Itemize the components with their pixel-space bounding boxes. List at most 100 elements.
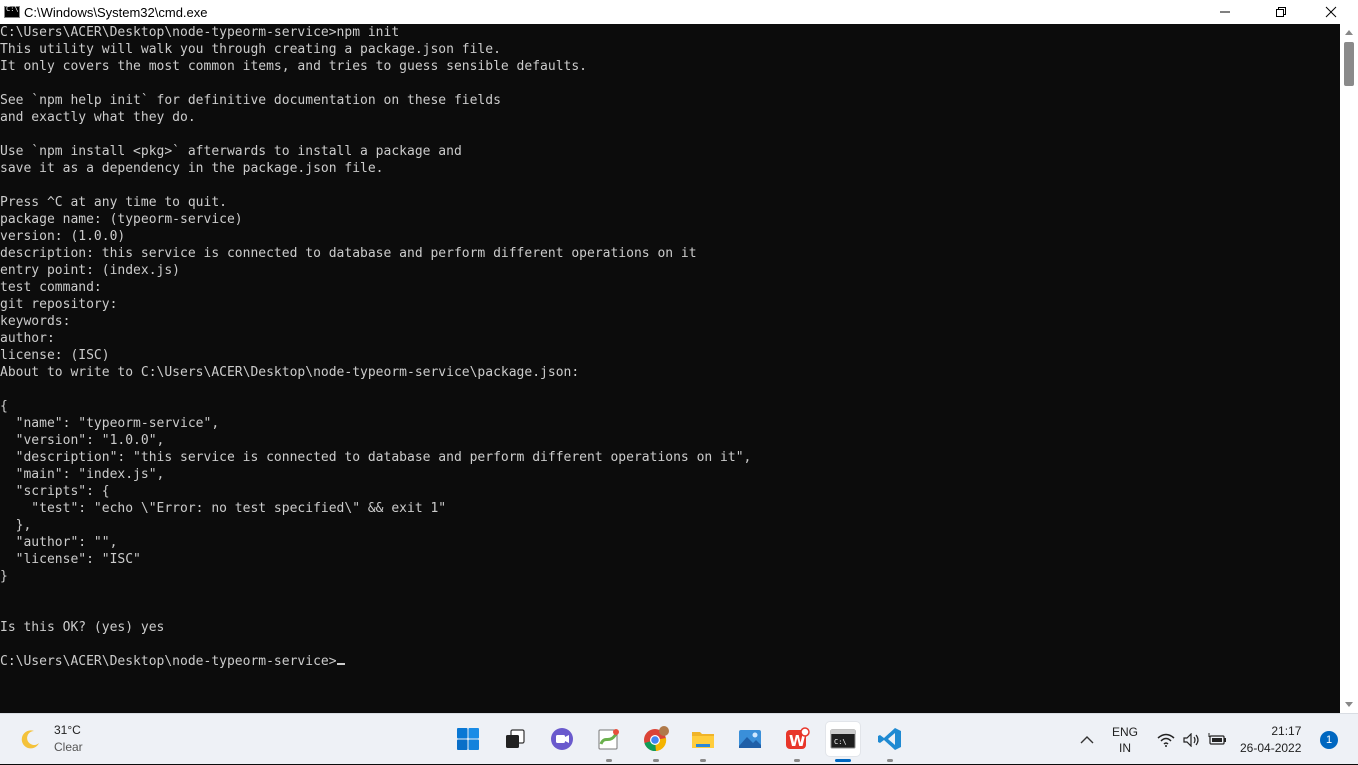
clock-time: 21:17 [1271, 723, 1302, 738]
moon-icon [20, 728, 42, 750]
wifi-icon [1157, 733, 1175, 747]
terminal-line: Is this OK? (yes) yes [0, 620, 165, 635]
terminal-line: "test": "echo \"Error: no test specified… [0, 501, 447, 516]
region-code: IN [1119, 740, 1131, 755]
chevron-up-icon [1080, 735, 1094, 743]
terminal-line: { [0, 399, 8, 414]
clock-date: 26-04-2022 [1240, 740, 1302, 755]
terminal-line: entry point: (index.js) [0, 263, 181, 278]
show-hidden-icons-button[interactable] [1080, 714, 1094, 765]
terminal-line: "author": "", [0, 535, 118, 550]
battery-charging-icon [1208, 732, 1226, 745]
terminal-line: } [0, 569, 8, 584]
terminal-line: "scripts": { [0, 484, 110, 499]
running-indicator [653, 759, 659, 762]
notepad-plus-icon [598, 729, 619, 750]
terminal-line: package name: (typeorm-service) [0, 212, 243, 227]
terminal-line: "description": "this service is connecte… [0, 450, 752, 465]
volume-control[interactable] [1183, 714, 1201, 765]
wps-office-icon: W [786, 727, 810, 750]
active-indicator [835, 759, 851, 762]
chat-button[interactable] [545, 722, 579, 756]
vscode-icon [878, 728, 901, 750]
terminal-line: Press ^C at any time to quit. [0, 195, 227, 210]
photos-icon [739, 730, 761, 748]
weather-temp: 31°C [54, 723, 81, 737]
terminal-line: save it as a dependency in the package.j… [0, 161, 384, 176]
photos-button[interactable] [733, 722, 767, 756]
terminal-lines: C:\Users\ACER\Desktop\node-typeorm-servi… [0, 24, 1340, 670]
terminal-line: license: (ISC) [0, 348, 110, 363]
chat-icon [551, 728, 573, 750]
cmd-icon [4, 5, 20, 18]
start-icon [457, 728, 479, 750]
running-indicator [887, 759, 893, 762]
terminal-line: "main": "index.js", [0, 467, 165, 482]
terminal-line: "name": "typeorm-service", [0, 416, 220, 431]
battery-status[interactable] [1208, 714, 1228, 765]
task-view-button[interactable] [498, 722, 532, 756]
running-indicator [794, 759, 800, 762]
terminal-line: This utility will walk you through creat… [0, 42, 501, 57]
terminal-line: author: [0, 331, 55, 346]
terminal-line: Use `npm install <pkg>` afterwards to in… [0, 144, 462, 159]
speaker-icon [1183, 732, 1199, 747]
terminal-line: About to write to C:\Users\ACER\Desktop\… [0, 365, 580, 380]
task-view-icon [506, 729, 525, 748]
scrollbar-thumb[interactable] [1344, 42, 1354, 86]
terminal-line: description: this service is connected t… [0, 246, 697, 261]
notepad-plus-button[interactable] [592, 722, 626, 762]
vscode-button[interactable] [873, 722, 907, 762]
wps-office-button[interactable]: W [780, 722, 814, 762]
language-indicator[interactable]: ENG IN [1112, 714, 1138, 765]
terminal-line: and exactly what they do. [0, 110, 196, 125]
notification-badge: 1 [1320, 730, 1338, 749]
terminal-line: version: (1.0.0) [0, 229, 126, 244]
network-status[interactable] [1157, 714, 1175, 765]
minimize-icon [1220, 11, 1230, 13]
scroll-up-icon[interactable] [1345, 30, 1353, 35]
running-indicator [700, 759, 706, 762]
restore-icon [1276, 7, 1286, 17]
file-explorer-button[interactable] [686, 722, 720, 762]
terminal-button[interactable]: C:\ [826, 722, 860, 762]
terminal-prompt: C:\Users\ACER\Desktop\node-typeorm-servi… [0, 654, 337, 669]
file-explorer-icon [692, 732, 714, 748]
weather-widget[interactable]: 31°C Clear [20, 722, 83, 756]
scroll-down-icon[interactable] [1345, 702, 1353, 707]
taskbar: 31°C Clear W C:\ ENG IN 21:17 26-04-2022… [0, 713, 1358, 764]
notification-center-button[interactable]: 1 [1320, 714, 1338, 765]
maximize-button[interactable] [1258, 0, 1304, 24]
minimize-button[interactable] [1202, 0, 1248, 24]
terminal-icon: C:\ [830, 729, 856, 749]
terminal-prompt-line[interactable]: C:\Users\ACER\Desktop\node-typeorm-servi… [0, 653, 1340, 670]
terminal-line: See `npm help init` for definitive docum… [0, 93, 501, 108]
vertical-scrollbar[interactable] [1340, 24, 1358, 713]
terminal-line: git repository: [0, 297, 118, 312]
terminal-line: "license": "ISC" [0, 552, 141, 567]
text-cursor [336, 663, 345, 665]
running-indicator [606, 759, 612, 762]
terminal-output[interactable]: C:\Users\ACER\Desktop\node-typeorm-servi… [0, 24, 1340, 713]
close-icon [1325, 6, 1337, 18]
start-button[interactable] [451, 722, 485, 756]
terminal-line: keywords: [0, 314, 71, 329]
close-button[interactable] [1308, 0, 1354, 24]
clock[interactable]: 21:17 26-04-2022 [1240, 714, 1301, 765]
terminal-line: C:\Users\ACER\Desktop\node-typeorm-servi… [0, 25, 400, 40]
svg-text:C:\: C:\ [834, 738, 847, 746]
weather-condition: Clear [54, 740, 83, 754]
title-bar[interactable]: C:\Windows\System32\cmd.exe [0, 0, 1358, 24]
chrome-button[interactable] [639, 722, 673, 762]
language-code: ENG [1112, 724, 1139, 739]
terminal-line: test command: [0, 280, 102, 295]
terminal-line: "version": "1.0.0", [0, 433, 165, 448]
terminal-line: }, [0, 518, 32, 533]
